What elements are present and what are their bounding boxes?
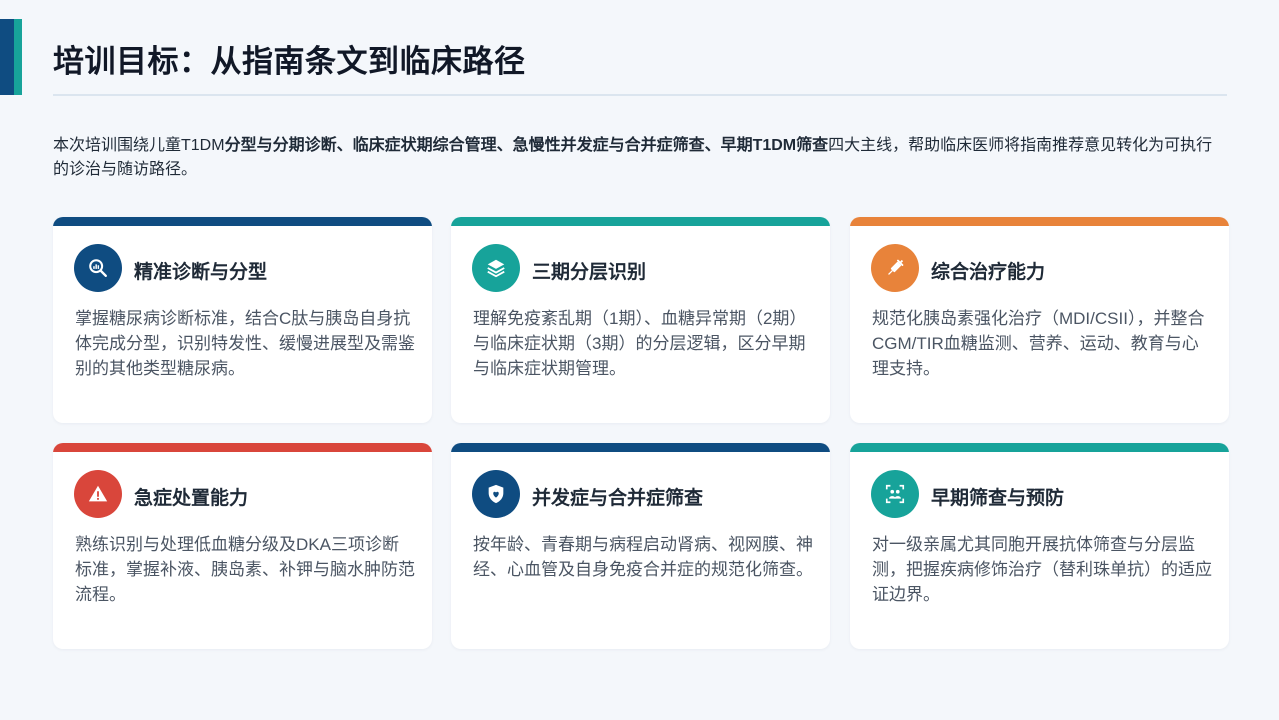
card-description: 按年龄、青春期与病程启动肾病、视网膜、神经、心血管及自身免疫合并症的规范化筛查。: [473, 535, 813, 579]
card-top-bar: [451, 217, 830, 226]
family-scan-icon: [871, 470, 919, 518]
title-divider: [53, 94, 1227, 96]
card-title: 综合治疗能力: [931, 262, 1046, 283]
card-top-bar: [850, 443, 1229, 452]
card-description: 理解免疫紊乱期（1期）、血糖异常期（2期）与临床症状期（3期）的分层逻辑，区分早…: [473, 309, 807, 378]
shield-heart-icon: [472, 470, 520, 518]
card-top-bar: [53, 217, 432, 226]
page-title: 培训目标：从指南条文到临床路径: [53, 44, 526, 79]
card-description: 对一级亲属尤其同胞开展抗体筛查与分层监测，把握疾病修饰治疗（替利珠单抗）的适应证…: [872, 535, 1212, 604]
card-description: 掌握糖尿病诊断标准，结合C肽与胰岛自身抗体完成分型，识别特发性、缓慢进展型及需鉴…: [75, 309, 415, 378]
card-title: 并发症与合并症筛查: [532, 488, 704, 509]
card-description: 规范化胰岛素强化治疗（MDI/CSII），并整合CGM/TIR血糖监测、营养、运…: [872, 309, 1205, 378]
card-top-bar: [850, 217, 1229, 226]
card-stage-identification: 三期分层识别 理解免疫紊乱期（1期）、血糖异常期（2期）与临床症状期（3期）的分…: [451, 217, 830, 423]
card-title: 精准诊断与分型: [134, 262, 268, 283]
syringe-icon: [871, 244, 919, 292]
card-emergency-handling: 急症处置能力 熟练识别与处理低血糖分级及DKA三项诊断标准，掌握补液、胰岛素、补…: [53, 443, 432, 649]
magnifier-chart-icon: [74, 244, 122, 292]
intro-emphasis: 分型与分期诊断、临床症状期综合管理、急慢性并发症与合并症筛查、早期T1DM筛查: [224, 137, 829, 154]
card-comprehensive-treatment: 综合治疗能力 规范化胰岛素强化治疗（MDI/CSII），并整合CGM/TIR血糖…: [850, 217, 1229, 423]
card-title: 早期筛查与预防: [931, 488, 1065, 509]
title-accent-bar: [0, 19, 22, 95]
card-top-bar: [451, 443, 830, 452]
card-precise-diagnosis: 精准诊断与分型 掌握糖尿病诊断标准，结合C肽与胰岛自身抗体完成分型，识别特发性、…: [53, 217, 432, 423]
card-top-bar: [53, 443, 432, 452]
card-early-screening: 早期筛查与预防 对一级亲属尤其同胞开展抗体筛查与分层监测，把握疾病修饰治疗（替利…: [850, 443, 1229, 649]
card-title: 急症处置能力: [134, 488, 249, 509]
card-description: 熟练识别与处理低血糖分级及DKA三项诊断标准，掌握补液、胰岛素、补钾与脑水肿防范…: [75, 535, 415, 604]
layers-icon: [472, 244, 520, 292]
warning-icon: [74, 470, 122, 518]
card-complication-screening: 并发症与合并症筛查 按年龄、青春期与病程启动肾病、视网膜、神经、心血管及自身免疫…: [451, 443, 830, 649]
intro-text-1: 本次培训围绕儿童T1DM: [53, 137, 225, 154]
intro-paragraph: 本次培训围绕儿童T1DM分型与分期诊断、临床症状期综合管理、急慢性并发症与合并症…: [53, 134, 1228, 182]
card-title: 三期分层识别: [532, 262, 647, 283]
